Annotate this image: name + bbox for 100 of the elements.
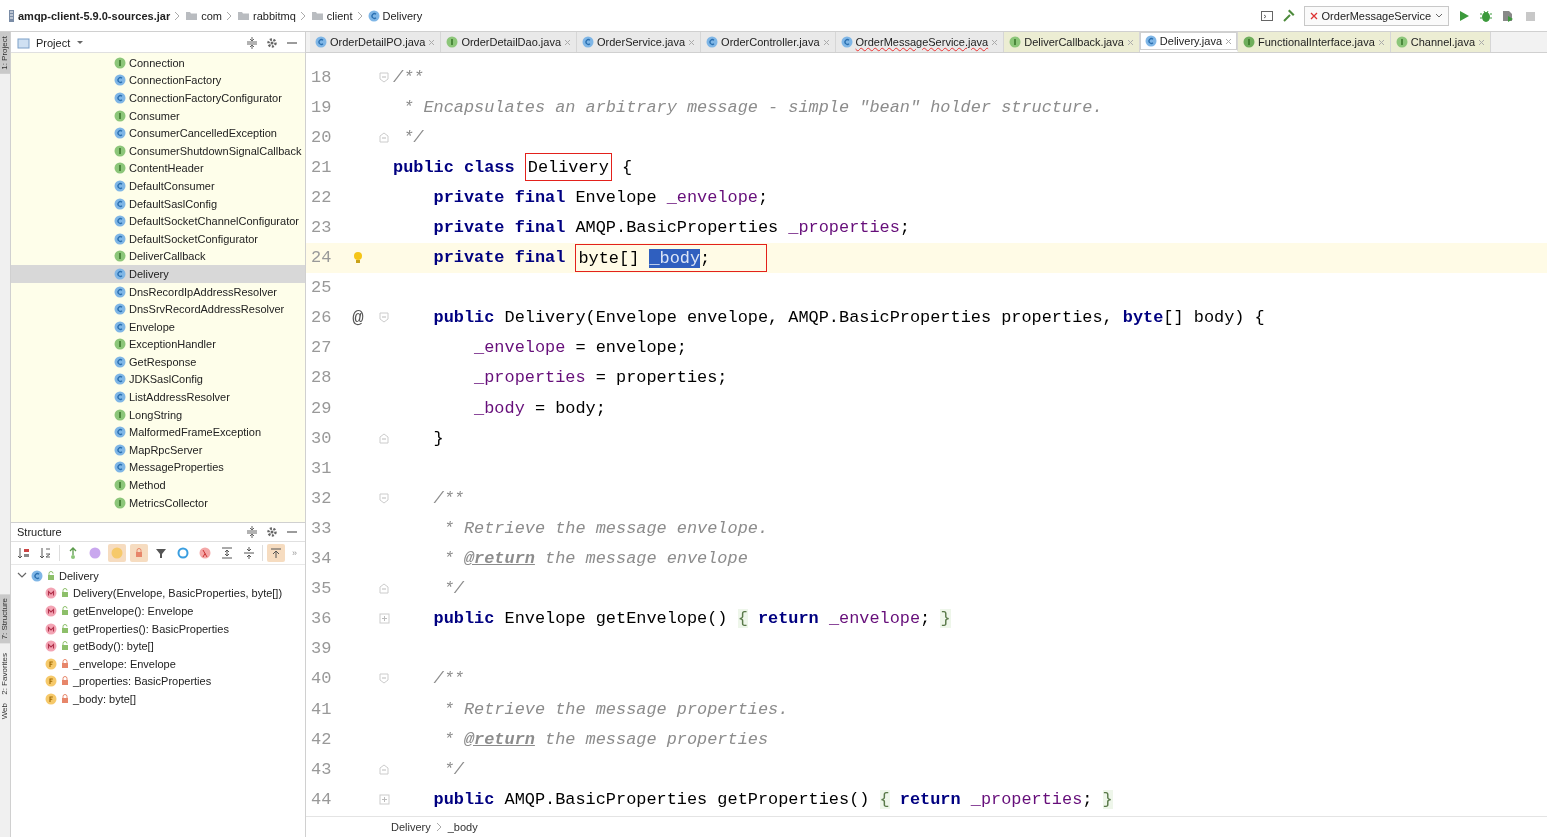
tree-item[interactable]: Envelope (11, 317, 305, 336)
tree-item[interactable]: JDKSaslConfig (11, 370, 305, 389)
fold-icon[interactable] (378, 763, 390, 775)
structure-item[interactable]: getBody(): byte[] (73, 640, 154, 653)
close-icon[interactable] (1377, 38, 1385, 46)
fold-icon[interactable] (378, 583, 390, 595)
fold-icon[interactable] (378, 492, 390, 504)
breadcrumb-item[interactable]: _body (447, 821, 478, 833)
tree-item[interactable]: MapRpcServer (11, 441, 305, 459)
editor-tab[interactable]: OrderController.java (701, 32, 836, 52)
code-line: /** (393, 66, 424, 89)
tree-item[interactable]: ContentHeader (11, 159, 305, 178)
settings-icon[interactable] (265, 36, 279, 50)
close-icon[interactable] (822, 38, 830, 46)
close-icon[interactable] (1126, 38, 1134, 46)
tool-window-tab[interactable]: 1: Project (0, 32, 10, 74)
tree-item[interactable]: GetResponse (11, 353, 305, 371)
tree-item[interactable]: ExceptionHandler (11, 335, 305, 354)
tree-item[interactable]: DnsRecordIpAddressResolver (11, 282, 305, 301)
toggle-button[interactable] (108, 544, 126, 562)
fold-icon[interactable] (378, 312, 390, 324)
override-marker[interactable]: @ (352, 306, 364, 329)
toggle-button[interactable] (267, 544, 285, 562)
close-icon[interactable] (1225, 37, 1232, 45)
tree-item[interactable]: DefaultSocketConfigurator (11, 229, 305, 248)
run-configuration-dropdown[interactable]: OrderMessageService (1303, 5, 1449, 26)
bug-icon[interactable] (1479, 8, 1493, 23)
breadcrumb-item[interactable]: com (201, 9, 222, 22)
editor-tab[interactable]: OrderDetailPO.java (310, 32, 442, 52)
tree-item[interactable]: ConnectionFactory (11, 71, 305, 90)
structure-item[interactable]: _body: byte[] (73, 692, 136, 705)
structure-item[interactable]: _properties: BasicProperties (73, 675, 212, 688)
class-icon (114, 179, 126, 192)
close-icon[interactable] (991, 38, 999, 46)
fold-icon[interactable] (378, 131, 390, 143)
tree-item[interactable]: MessageProperties (11, 458, 305, 477)
hammer-icon[interactable] (1281, 8, 1296, 23)
line-number: 32 (310, 488, 333, 508)
tool-window-tab[interactable]: 7: Structure (0, 593, 10, 644)
fold-icon[interactable] (378, 71, 390, 83)
toggle-button[interactable] (130, 544, 148, 562)
breadcrumb-item[interactable]: client (326, 9, 353, 22)
collapse-icon[interactable] (245, 525, 259, 539)
close-icon[interactable] (564, 38, 572, 46)
tree-item[interactable]: ConsumerShutdownSignalCallback (11, 141, 305, 160)
tree-item[interactable]: DefaultSaslConfig (11, 194, 305, 213)
panel-title[interactable]: Project (36, 37, 71, 49)
tree-item[interactable]: DefaultSocketChannelConfigurator (11, 212, 305, 230)
tool-window-tab[interactable]: Web (0, 698, 10, 724)
class-icon (114, 267, 126, 280)
structure-item[interactable]: Delivery (59, 569, 99, 582)
tree-item[interactable]: LongString (11, 405, 305, 424)
structure-item[interactable]: getEnvelope(): Envelope (73, 605, 194, 617)
expand-fold-icon[interactable] (378, 793, 390, 805)
lightbulb-icon[interactable] (352, 251, 364, 265)
code-line: /** (432, 487, 464, 510)
editor-tab[interactable]: OrderDetailDao.java (441, 32, 578, 52)
error-mark-icon (1309, 11, 1318, 20)
tree-item[interactable]: MetricsCollector (11, 493, 305, 512)
structure-item[interactable]: Delivery(Envelope, BasicProperties, byte[]) (73, 587, 283, 600)
close-icon[interactable] (1478, 38, 1485, 46)
editor-tab[interactable]: FunctionalInterface.java (1238, 32, 1391, 52)
tree-item[interactable]: DefaultConsumer (11, 177, 305, 195)
tree-item[interactable]: Method (11, 476, 305, 494)
tree-item[interactable]: ConsumerCancelledException (11, 124, 305, 142)
expand-fold-icon[interactable] (378, 613, 390, 625)
tree-item[interactable]: Consumer (11, 106, 305, 125)
caret-icon[interactable] (76, 40, 85, 46)
class-icon (114, 373, 126, 386)
breadcrumb-item[interactable]: rabbitmq (253, 9, 296, 22)
close-icon[interactable] (688, 38, 696, 46)
fold-icon[interactable] (378, 432, 390, 444)
editor-tab[interactable]: Channel.java (1390, 32, 1491, 52)
run-icon[interactable] (1457, 8, 1471, 23)
coverage-icon[interactable] (1501, 8, 1515, 23)
method-icon (45, 605, 57, 617)
tool-window-tab[interactable]: 2: Favorites (0, 649, 10, 699)
settings-icon[interactable] (265, 525, 279, 539)
tree-item[interactable]: Delivery (11, 265, 305, 283)
structure-item[interactable]: getProperties(): BasicProperties (73, 622, 229, 635)
breadcrumb-item[interactable]: amqp-client-5.9.0-sources.jar (18, 9, 171, 22)
editor-tab[interactable]: OrderMessageService.java (835, 32, 1005, 52)
editor-tab[interactable]: OrderService.java (577, 32, 702, 52)
editor-tab[interactable]: DeliverCallback.java (1004, 32, 1140, 52)
collapse-icon[interactable] (245, 36, 259, 50)
editor-tab[interactable]: Delivery.java (1139, 32, 1238, 52)
tree-item[interactable]: ConnectionFactoryConfigurator (11, 89, 305, 107)
tree-item[interactable]: MalformedFrameException (11, 423, 305, 442)
code-line: _envelope = envelope; (473, 337, 687, 360)
tree-item[interactable]: DnsSrvRecordAddressResolver (11, 300, 305, 318)
breadcrumb-item[interactable]: Delivery (382, 9, 423, 22)
chevron-icon (356, 10, 364, 21)
structure-item[interactable]: _envelope: Envelope (73, 657, 176, 670)
tree-item[interactable]: DeliverCallback (11, 247, 305, 266)
breadcrumb-item[interactable]: Delivery (391, 821, 431, 833)
tree-item[interactable]: ListAddressResolver (11, 388, 305, 406)
tree-item[interactable]: Connection (11, 54, 305, 72)
layout-icon[interactable] (1259, 8, 1274, 23)
fold-icon[interactable] (378, 673, 390, 685)
close-icon[interactable] (428, 38, 436, 46)
